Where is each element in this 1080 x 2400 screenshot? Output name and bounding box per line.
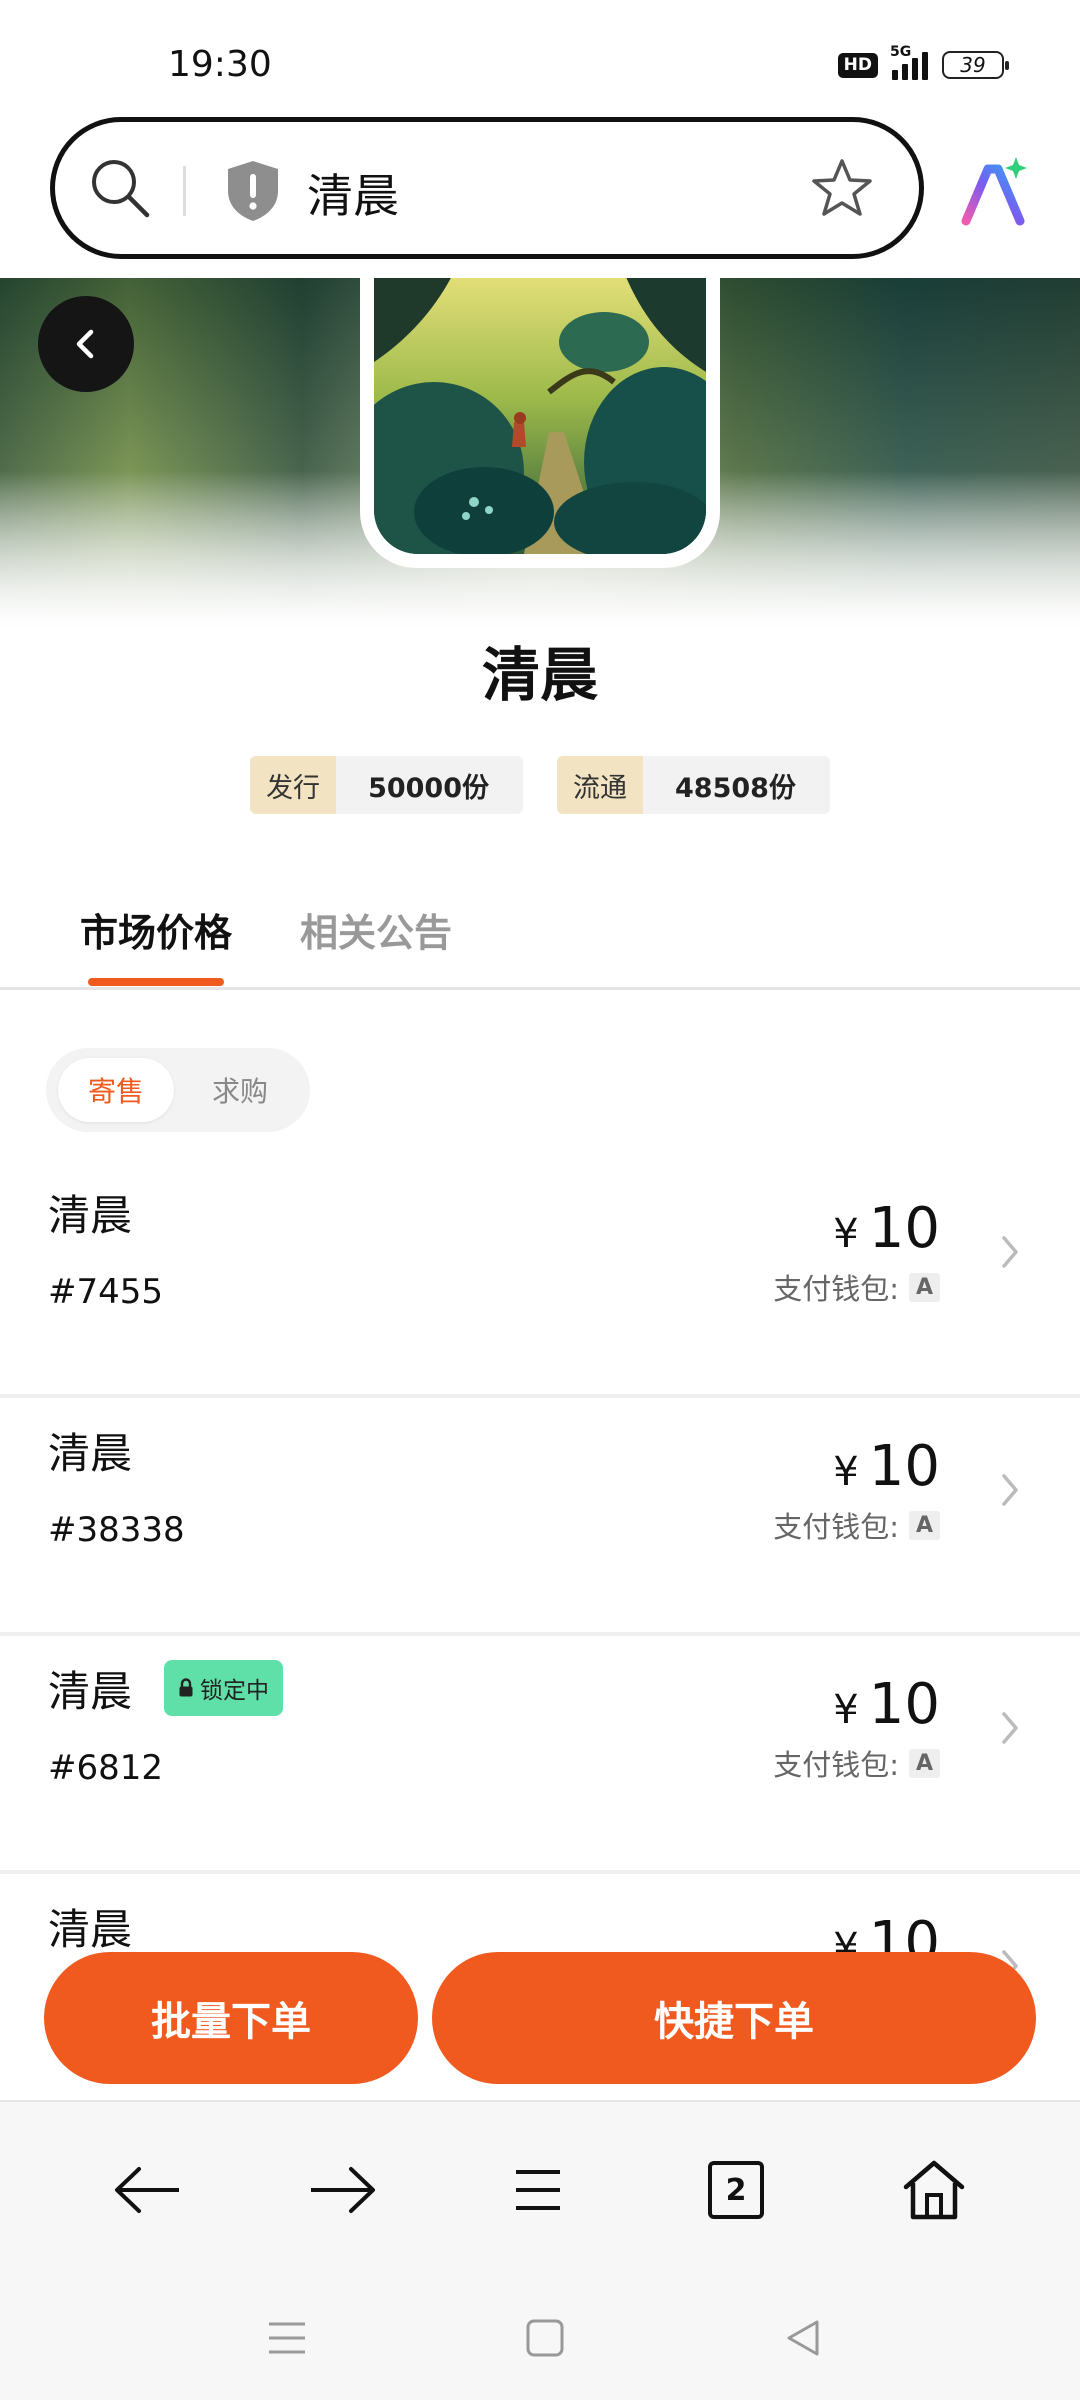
search-icon[interactable] bbox=[87, 155, 153, 221]
address-bar[interactable]: 清晨 bbox=[50, 117, 924, 259]
collection-stats: 发行 50000份 流通 48508份 bbox=[0, 756, 1080, 814]
back-arrow-icon[interactable] bbox=[108, 2150, 188, 2230]
list-item[interactable]: 清晨 #38338 ¥10 支付钱包: A bbox=[0, 1398, 1080, 1636]
listing-name: 清晨 bbox=[48, 1905, 133, 1954]
stat-circulating: 流通 48508份 bbox=[557, 756, 830, 814]
collection-title: 清晨 bbox=[481, 641, 598, 709]
listing-name: 清晨 bbox=[48, 1667, 133, 1716]
network-type-label: 5G bbox=[890, 44, 912, 60]
wallet-tag: A bbox=[908, 1272, 940, 1302]
locked-badge-label: 锁定中 bbox=[200, 1678, 269, 1704]
status-icons: HD 5G 39 bbox=[837, 44, 1009, 80]
active-tab-indicator bbox=[88, 978, 224, 986]
listing-wallet: 支付钱包: A bbox=[773, 1266, 940, 1308]
quick-order-button[interactable]: 快捷下单 bbox=[432, 1952, 1036, 2084]
collection-banner bbox=[0, 278, 1080, 628]
content-tabs: 市场价格 相关公告 bbox=[0, 880, 1080, 990]
menu-icon[interactable] bbox=[498, 2150, 578, 2230]
ai-assistant-icon[interactable] bbox=[958, 155, 1030, 227]
listing-price-value: 10 bbox=[868, 1672, 940, 1737]
listing-price-value: 10 bbox=[868, 1434, 940, 1499]
listing-id: #6812 bbox=[48, 1748, 164, 1788]
list-item[interactable]: 清晨 锁定中 #6812 ¥10 支付钱包: A bbox=[0, 1636, 1080, 1874]
star-icon[interactable] bbox=[809, 156, 875, 222]
listing-wallet: 支付钱包: A bbox=[773, 1504, 940, 1546]
listing-wallet: 支付钱包: A bbox=[773, 1742, 940, 1784]
page-title-in-address-bar[interactable]: 清晨 bbox=[307, 160, 399, 226]
stat-circulating-value: 48508份 bbox=[675, 772, 796, 804]
locked-badge: 锁定中 bbox=[164, 1660, 283, 1716]
wallet-label: 支付钱包: bbox=[773, 1272, 899, 1306]
tab-market-price[interactable]: 市场价格 bbox=[80, 902, 232, 957]
chevron-right-icon bbox=[1002, 1712, 1018, 1744]
home-system-icon[interactable] bbox=[515, 2308, 575, 2368]
tabs-icon[interactable]: 2 bbox=[696, 2150, 776, 2230]
stat-issued-value: 50000份 bbox=[368, 772, 489, 804]
wallet-label: 支付钱包: bbox=[773, 1748, 899, 1782]
segment-sell[interactable]: 寄售 bbox=[58, 1058, 174, 1122]
stat-issued: 发行 50000份 bbox=[250, 756, 523, 814]
listing-price: ¥10 bbox=[833, 1434, 940, 1499]
lock-icon bbox=[179, 1678, 193, 1697]
address-divider bbox=[183, 166, 186, 216]
chevron-right-icon bbox=[1002, 1474, 1018, 1506]
listing-type-toggle: 寄售 求购 bbox=[46, 1048, 310, 1132]
stat-issued-label: 发行 bbox=[250, 756, 337, 814]
cover-artwork bbox=[344, 278, 744, 562]
currency-symbol: ¥ bbox=[833, 1687, 859, 1733]
listing-id: #38338 bbox=[48, 1510, 185, 1550]
battery-level: 39 bbox=[960, 53, 986, 77]
cover-image-frame bbox=[344, 278, 744, 568]
system-navigation-bar bbox=[0, 2270, 1080, 2400]
listing-price: ¥10 bbox=[833, 1672, 940, 1737]
currency-symbol: ¥ bbox=[833, 1449, 859, 1495]
tab-announcements[interactable]: 相关公告 bbox=[300, 902, 452, 957]
wallet-tag: A bbox=[908, 1510, 940, 1540]
signal-icon: 5G bbox=[890, 44, 928, 80]
wallet-tag: A bbox=[908, 1748, 940, 1778]
listing-name: 清晨 bbox=[48, 1429, 133, 1478]
browser-url-row: 清晨 bbox=[0, 115, 1080, 278]
segment-buy[interactable]: 求购 bbox=[186, 1058, 294, 1122]
battery-icon: 39 bbox=[942, 51, 1009, 79]
browser-toolbar: 2 bbox=[0, 2100, 1080, 2270]
status-time: 19:30 bbox=[168, 44, 272, 85]
stat-circulating-label: 流通 bbox=[557, 756, 643, 814]
chevron-right-icon bbox=[1002, 1236, 1018, 1268]
list-item[interactable]: 清晨 #7455 ¥10 支付钱包: A bbox=[0, 1160, 1080, 1398]
listing-price-value: 10 bbox=[868, 1196, 940, 1261]
currency-symbol: ¥ bbox=[833, 1211, 859, 1257]
recents-icon[interactable] bbox=[257, 2308, 317, 2368]
forward-arrow-icon[interactable] bbox=[302, 2150, 382, 2230]
wallet-label: 支付钱包: bbox=[773, 1510, 899, 1544]
back-button[interactable] bbox=[38, 296, 134, 392]
hd-icon: HD bbox=[837, 52, 878, 78]
tab-count: 2 bbox=[708, 2161, 764, 2219]
chevron-left-icon bbox=[76, 329, 94, 359]
shield-warning-icon[interactable] bbox=[223, 158, 283, 224]
back-system-icon[interactable] bbox=[773, 2308, 833, 2368]
listing-name: 清晨 bbox=[48, 1191, 133, 1240]
home-icon[interactable] bbox=[894, 2150, 974, 2230]
batch-order-button[interactable]: 批量下单 bbox=[44, 1952, 418, 2084]
listing-price: ¥10 bbox=[833, 1196, 940, 1261]
status-bar: 19:30 HD 5G 39 bbox=[0, 0, 1080, 115]
listing-id: #7455 bbox=[48, 1272, 164, 1312]
